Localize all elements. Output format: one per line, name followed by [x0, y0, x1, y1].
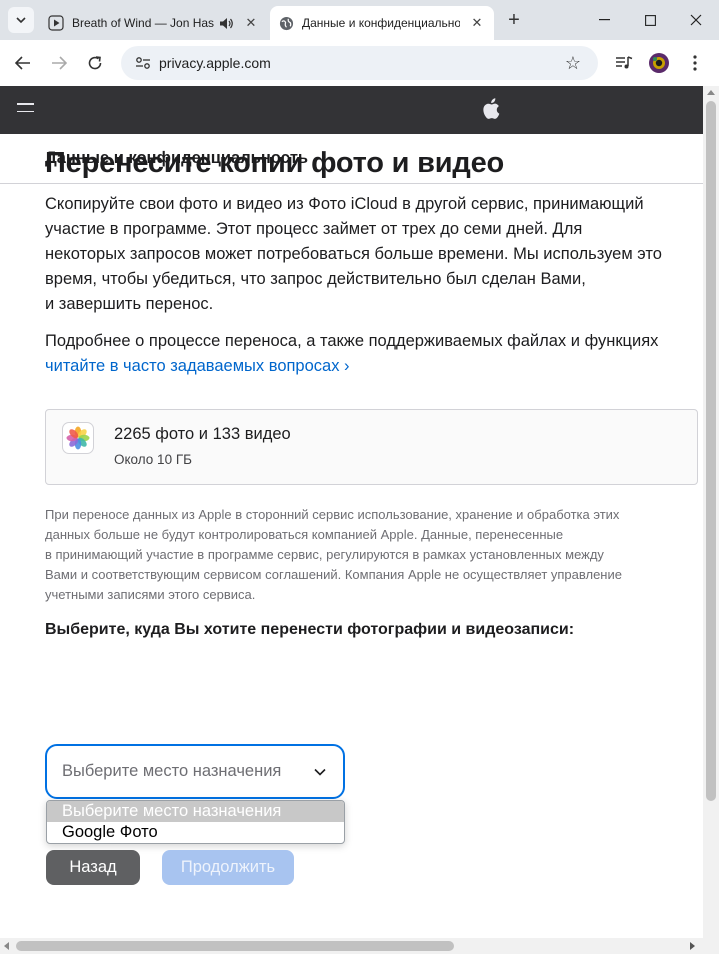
back-arrow-icon[interactable]	[8, 48, 38, 78]
intro-line: участие в программе. Этот процесс займет…	[45, 220, 583, 238]
transfer-summary-card: 2265 фото и 133 видео Около 10 ГБ	[45, 409, 698, 485]
new-tab-button[interactable]: +	[502, 8, 526, 32]
more-info: Подробнее о процессе переноса, а также п…	[45, 329, 705, 379]
dropdown-option[interactable]: Выберите место назначения	[47, 801, 344, 822]
close-tab-icon[interactable]: ✕	[468, 14, 486, 32]
profile-avatar-icon[interactable]	[644, 48, 674, 78]
play-favicon-icon	[48, 15, 64, 31]
disclaimer: При переносе данных из Apple в сторонний…	[45, 505, 705, 605]
destination-dropdown: Выберите место назначения Google Фото	[46, 800, 345, 844]
browser-toolbar: privacy.apple.com ☆	[0, 40, 719, 86]
address-bar[interactable]: privacy.apple.com ☆	[121, 46, 598, 80]
maximize-icon[interactable]	[627, 0, 673, 40]
intro-line: Скопируйте свои фото и видео из Фото iCl…	[45, 195, 644, 213]
scroll-up-arrow-icon[interactable]	[707, 90, 715, 95]
intro-line: и завершить перенос.	[45, 295, 214, 313]
destination-label: Выберите, куда Вы хотите перенести фотог…	[45, 621, 575, 638]
scroll-right-arrow-icon[interactable]	[690, 942, 695, 950]
disclaimer-line: Вами и соответствующим сервисом соглашен…	[45, 567, 622, 582]
dropdown-option[interactable]: Google Фото	[47, 822, 344, 843]
media-queue-icon[interactable]	[609, 48, 639, 78]
chevron-down-icon	[313, 765, 327, 779]
disclaimer-line: в принимающий участие в программе сервис…	[45, 547, 604, 562]
tab-title: Breath of Wind — Jon Hassell	[72, 16, 214, 30]
minimize-icon[interactable]	[581, 0, 627, 40]
horizontal-scrollbar[interactable]	[0, 938, 703, 954]
intro-paragraph: Скопируйте свои фото и видео из Фото iCl…	[45, 192, 705, 317]
destination-select-value: Выберите место назначения	[62, 762, 282, 780]
kebab-menu-icon[interactable]	[680, 48, 710, 78]
main-content: Перенесите копии фото и видео Скопируйте…	[45, 144, 705, 885]
scrollbar-corner	[703, 938, 719, 954]
disclaimer-line: учетными записями этого сервиса.	[45, 587, 256, 602]
destination-select[interactable]: Выберите место назначения	[45, 744, 345, 799]
photos-app-icon	[62, 422, 94, 454]
reload-icon[interactable]	[80, 48, 110, 78]
close-window-icon[interactable]	[673, 0, 719, 40]
apple-global-nav	[0, 86, 703, 134]
tab-breath-of-wind[interactable]: Breath of Wind — Jon Hassell ✕	[40, 6, 268, 40]
tab-title: Данные и конфиденциальность	[302, 16, 460, 30]
continue-button[interactable]: Продолжить	[162, 850, 294, 885]
menu-icon[interactable]	[17, 103, 34, 117]
faq-link[interactable]: читайте в часто задаваемых вопросах ›	[45, 357, 350, 375]
url-text: privacy.apple.com	[159, 55, 271, 71]
tab-privacy[interactable]: Данные и конфиденциальность ✕	[270, 6, 494, 40]
scroll-left-arrow-icon[interactable]	[4, 942, 9, 950]
back-button[interactable]: Назад	[46, 850, 140, 885]
apple-logo-icon[interactable]	[482, 98, 500, 120]
more-info-text: Подробнее о процессе переноса, а также п…	[45, 332, 659, 350]
vertical-scrollbar[interactable]	[703, 86, 719, 938]
forward-arrow-icon[interactable]	[44, 48, 74, 78]
media-size: Около 10 ГБ	[114, 452, 192, 467]
tab-strip: Breath of Wind — Jon Hassell ✕ Данные и …	[0, 0, 719, 40]
star-icon[interactable]: ☆	[560, 53, 586, 74]
site-settings-icon[interactable]	[133, 56, 153, 70]
intro-line: некоторых запросов может потребоваться б…	[45, 245, 662, 263]
disclaimer-line: данных больше не будут контролироваться …	[45, 527, 564, 542]
media-count: 2265 фото и 133 видео	[114, 425, 291, 443]
page-title: Перенесите копии фото и видео	[45, 147, 505, 179]
disclaimer-line: При переносе данных из Apple в сторонний…	[45, 507, 620, 522]
close-tab-icon[interactable]: ✕	[242, 14, 260, 32]
globe-favicon-icon	[278, 15, 294, 31]
speaker-icon[interactable]	[218, 17, 234, 30]
horizontal-scroll-thumb[interactable]	[16, 941, 454, 951]
vertical-scroll-thumb[interactable]	[706, 101, 716, 801]
tab-search-icon[interactable]	[8, 7, 34, 33]
intro-line: время, чтобы убедиться, что запрос дейст…	[45, 270, 586, 288]
